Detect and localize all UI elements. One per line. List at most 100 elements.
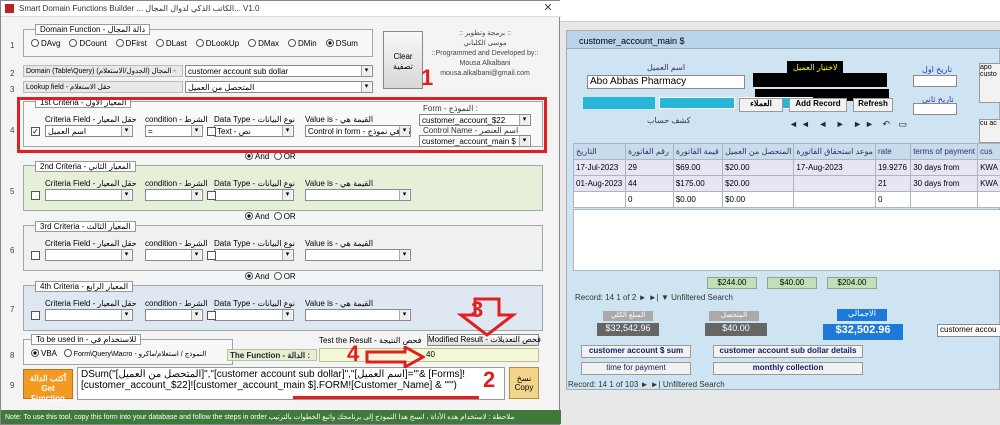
date-to-field[interactable] [913, 103, 957, 115]
domain-function-option[interactable]: DAvg [31, 39, 60, 48]
radio-icon[interactable] [325, 39, 334, 47]
refresh-button[interactable]: Refresh [853, 98, 893, 112]
and-or-1[interactable]: And OR [245, 152, 296, 161]
cell[interactable]: 17-Aug-2023 [793, 159, 876, 176]
or-label: OR [283, 212, 296, 221]
or-radio-icon[interactable] [273, 212, 282, 220]
radio-icon[interactable] [155, 39, 164, 47]
cell[interactable]: 29 [625, 159, 674, 176]
monthly-collection-button[interactable]: monthly collection [713, 362, 863, 375]
cell[interactable] [793, 175, 876, 192]
domain-function-option[interactable]: DMax [248, 39, 279, 48]
criteria-valueis-select[interactable] [305, 309, 411, 321]
cell[interactable]: $20.00 [722, 159, 795, 176]
radio-icon[interactable] [69, 39, 78, 47]
sum-report-button[interactable]: customer account $ sum [581, 345, 691, 358]
form-window-title: customer_account_main $ [579, 36, 685, 46]
table-row[interactable]: 17-Jul-2023 29 $69.00 $20.00 17-Aug-2023 19.9… [572, 159, 1000, 176]
or-radio-icon[interactable] [273, 272, 282, 280]
cell[interactable]: 0 [625, 191, 674, 208]
cell[interactable]: 44 [625, 175, 674, 192]
nav-buttons[interactable]: ◄◄ ◄ ► ►► ↶ ▭ [789, 119, 910, 130]
close-icon[interactable]: ✕ [537, 1, 559, 16]
criteria-enable-checkbox[interactable] [31, 311, 40, 320]
criteria-small-box[interactable] [207, 311, 216, 320]
and-or-2[interactable]: And OR [245, 212, 296, 221]
customer-name-field[interactable]: Abo Abbas Pharmacy [587, 75, 745, 89]
criteria-small-box[interactable] [207, 251, 216, 260]
criteria-valueis-select[interactable] [305, 189, 411, 201]
side-button-1[interactable]: apo custo [979, 63, 1000, 103]
radio-icon[interactable] [248, 39, 257, 47]
cell[interactable]: 30 days from [910, 175, 979, 192]
domain-select[interactable]: customer account sub dollar [185, 65, 373, 77]
domain-function-option[interactable]: DFirst [115, 39, 147, 48]
customer-account-field[interactable]: customer accou [937, 324, 1000, 337]
criteria-small-box[interactable] [207, 191, 216, 200]
record-navigator-2[interactable]: Record: 14 1 of 103 ► ►| Unfiltered Sear… [568, 380, 725, 389]
choose-customer-combo[interactable] [753, 73, 887, 87]
criteria-field-select[interactable] [45, 309, 133, 321]
and-radio-icon[interactable] [245, 212, 253, 220]
cell[interactable]: 30 days from [910, 159, 979, 176]
domain-function-option[interactable]: DSum [325, 39, 358, 48]
cell[interactable]: 17-Jul-2023 [572, 159, 627, 176]
domain-function-option[interactable]: DCount [69, 39, 107, 48]
form-radio-icon[interactable] [63, 349, 72, 357]
cell[interactable]: $0.00 [722, 191, 795, 208]
cell[interactable] [977, 191, 1000, 208]
and-radio-icon[interactable] [245, 272, 253, 280]
cell[interactable]: 19.9276 [874, 159, 912, 176]
clear-button[interactable]: Clear تصفية [383, 31, 423, 89]
criteria-valueis-select[interactable] [305, 249, 411, 261]
criteria-type-select[interactable] [214, 249, 294, 261]
and-label: And [255, 212, 270, 221]
cell[interactable] [910, 191, 979, 208]
criteria-condition-select[interactable] [145, 249, 203, 261]
used-in-options[interactable]: VBA Form\Query\Macro - النموذج / استعلام… [31, 349, 206, 358]
cell[interactable] [572, 191, 627, 208]
vba-radio-icon[interactable] [31, 349, 39, 357]
table-row[interactable]: 0 $0.00 $0.00 0 [572, 191, 1000, 208]
criteria-type-select[interactable] [214, 189, 294, 201]
details-report-button[interactable]: customer account sub dollar details [713, 345, 863, 358]
domain-function-option[interactable]: DMin [288, 39, 317, 48]
cell[interactable]: $69.00 [672, 159, 724, 176]
cell[interactable]: 21 [874, 175, 912, 192]
clients-button[interactable]: العملاء [739, 98, 783, 112]
cell[interactable]: 01-Aug-2023 [572, 175, 627, 192]
radio-icon[interactable] [288, 39, 297, 47]
cell[interactable]: KWA [977, 175, 1000, 192]
lookup-field-select[interactable]: المتحصل من العميل [185, 81, 373, 93]
criteria-type-select[interactable] [214, 309, 294, 321]
date-from-field[interactable] [913, 75, 957, 87]
cell[interactable]: KWA [977, 159, 1000, 176]
criteria-enable-checkbox[interactable] [31, 251, 40, 260]
criteria-field-select[interactable] [45, 249, 133, 261]
cell[interactable]: 0 [874, 191, 912, 208]
table-row[interactable]: 01-Aug-2023 44 $175.00 $20.00 21 30 days from… [572, 175, 1000, 192]
and-or-3[interactable]: And OR [245, 272, 296, 281]
cell[interactable]: $20.00 [722, 175, 795, 192]
time-for-payment-button[interactable]: time for payment [581, 362, 691, 375]
criteria-field-select[interactable] [45, 189, 133, 201]
and-radio-icon[interactable] [245, 152, 253, 160]
cell[interactable]: $0.00 [672, 191, 724, 208]
or-radio-icon[interactable] [273, 152, 282, 160]
radio-icon[interactable] [115, 39, 124, 47]
cell[interactable]: $175.00 [672, 175, 724, 192]
copy-button[interactable]: نسخ Copy [509, 367, 539, 399]
radio-icon[interactable] [195, 39, 204, 47]
cell[interactable] [793, 191, 876, 208]
domain-function-option[interactable]: DLast [155, 39, 187, 48]
record-navigator[interactable]: Record: 14 1 of 2 ► ►| ▼ Unfiltered Sear… [575, 293, 733, 302]
criteria-condition-select[interactable] [145, 309, 203, 321]
criteria-condition-label: condition - الشرط [145, 299, 208, 308]
radio-icon[interactable] [31, 39, 39, 47]
add-record-button[interactable]: Add Record [789, 98, 847, 112]
domain-function-option[interactable]: DLookUp [195, 39, 239, 48]
criteria-condition-select[interactable] [145, 189, 203, 201]
criteria-enable-checkbox[interactable] [31, 191, 40, 200]
side-button-2[interactable]: cu ac [979, 119, 1000, 143]
get-function-button[interactable]: أكتب الدالة Get Function [23, 369, 73, 403]
